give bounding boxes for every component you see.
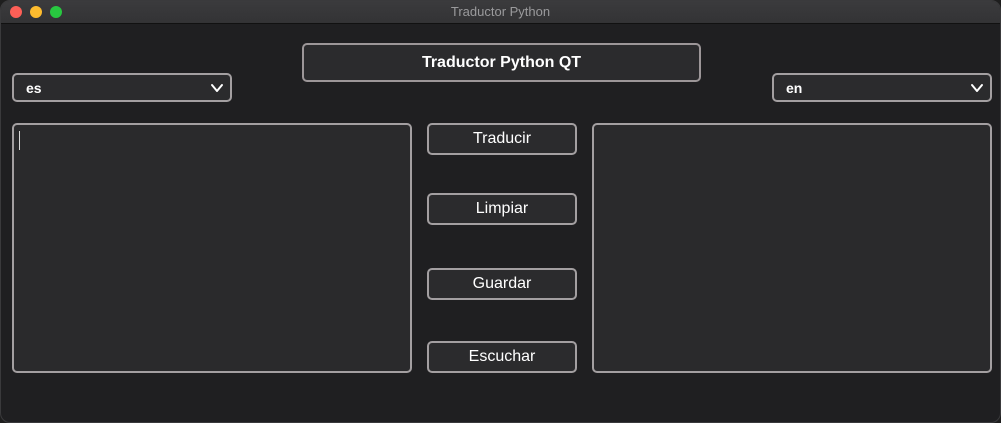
source-language-value: es: [26, 79, 42, 96]
window-title: Traductor Python: [450, 4, 551, 19]
translated-text-output[interactable]: [592, 123, 992, 373]
source-text-input[interactable]: [12, 123, 412, 373]
save-button[interactable]: Guardar: [427, 268, 577, 300]
text-cursor: [19, 131, 20, 150]
target-language-select[interactable]: en: [772, 73, 992, 102]
translate-button[interactable]: Traducir: [427, 123, 577, 155]
target-language-value: en: [786, 79, 803, 96]
chevron-down-icon: [211, 84, 223, 92]
chevron-down-icon: [971, 84, 983, 92]
source-language-select[interactable]: es: [12, 73, 232, 102]
app-window: Traductor Python Traductor Python QT es …: [0, 0, 1001, 423]
title-bar[interactable]: Traductor Python: [1, 1, 1000, 24]
listen-button[interactable]: Escuchar: [427, 341, 577, 373]
clear-button[interactable]: Limpiar: [427, 193, 577, 225]
app-header-title: Traductor Python QT: [302, 43, 701, 82]
